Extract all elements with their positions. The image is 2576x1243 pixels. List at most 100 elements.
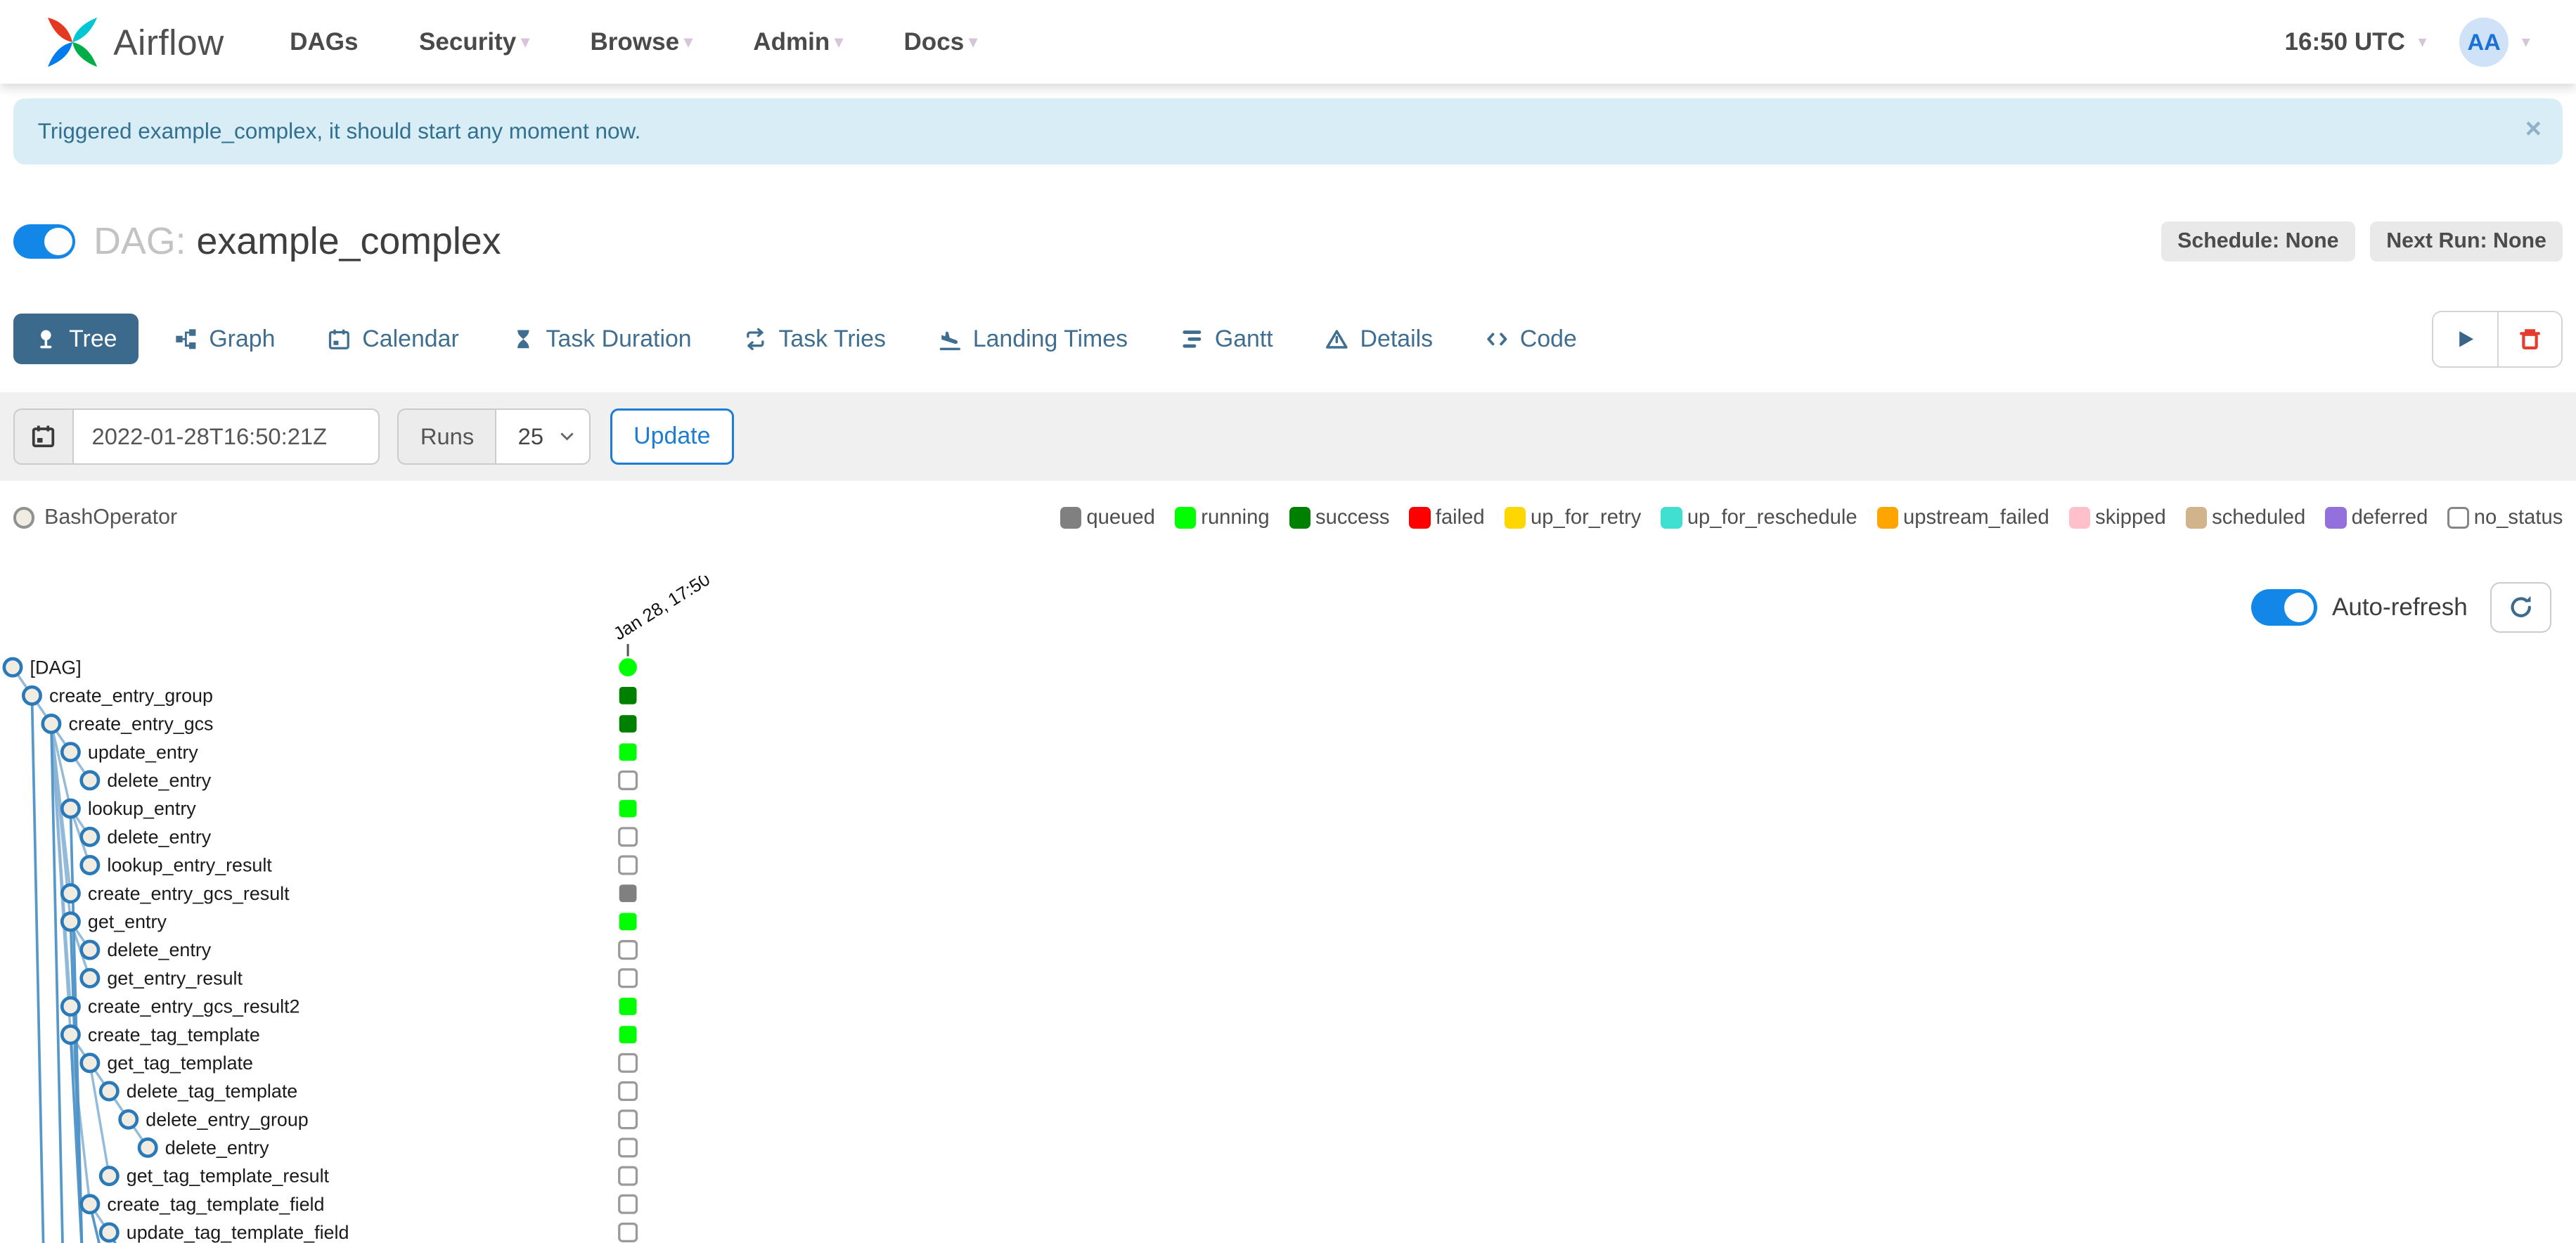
task-status-square[interactable] xyxy=(618,1138,638,1158)
nav-item-docs[interactable]: Docs ▾ xyxy=(903,28,977,56)
task-node-circle[interactable] xyxy=(79,770,101,791)
task-status-square[interactable] xyxy=(619,743,637,761)
task-node-label[interactable]: update_tag_template_field xyxy=(127,1223,349,1243)
task-node-label[interactable]: create_tag_template xyxy=(88,1024,260,1045)
task-node-circle[interactable] xyxy=(60,911,81,932)
runs-count-select[interactable]: 25 xyxy=(495,408,591,465)
alert-close-button[interactable]: × xyxy=(2525,115,2542,143)
task-node-circle[interactable] xyxy=(41,714,62,735)
tab-task-tries[interactable]: Task Tries xyxy=(728,314,902,364)
task-node-circle[interactable] xyxy=(118,1109,139,1131)
brand-link[interactable]: Airflow xyxy=(43,13,224,72)
task-status-square[interactable] xyxy=(619,998,637,1016)
nav-item-security[interactable]: Security ▾ xyxy=(419,28,529,56)
task-node-circle[interactable] xyxy=(79,968,101,989)
task-node-circle[interactable] xyxy=(79,855,101,876)
task-status-square[interactable] xyxy=(618,827,638,847)
tab-label: Tree xyxy=(69,325,117,352)
task-node-label[interactable]: get_tag_template xyxy=(107,1052,253,1074)
next-run-badge[interactable]: Next Run: None xyxy=(2369,221,2563,262)
refresh-button[interactable] xyxy=(2490,581,2551,633)
task-status-square[interactable] xyxy=(618,968,638,988)
dag-pause-toggle[interactable] xyxy=(13,224,76,259)
user-avatar[interactable]: AA xyxy=(2459,17,2509,67)
tab-label: Task Tries xyxy=(778,325,886,352)
task-status-square[interactable] xyxy=(619,715,637,733)
tab-calendar[interactable]: Calendar xyxy=(311,314,475,364)
task-status-square[interactable] xyxy=(619,800,637,818)
task-status-square[interactable] xyxy=(618,1053,638,1074)
task-status-square[interactable] xyxy=(618,1194,638,1215)
task-status-square[interactable] xyxy=(618,771,638,791)
task-node-label[interactable]: create_entry_gcs xyxy=(68,714,213,735)
task-node-label[interactable]: create_entry_group xyxy=(49,685,213,707)
tab-label: Task Duration xyxy=(546,325,692,352)
task-node-circle[interactable] xyxy=(98,1222,120,1243)
task-node-label[interactable]: get_entry xyxy=(88,911,167,932)
clock-dropdown[interactable]: 16:50 UTC xyxy=(2285,28,2405,56)
task-node-label[interactable]: update_entry xyxy=(88,742,198,763)
schedule-badge[interactable]: Schedule: None xyxy=(2160,221,2355,262)
task-node-circle[interactable] xyxy=(79,1052,101,1074)
task-node-circle[interactable] xyxy=(137,1138,158,1159)
dag-run-status-circle[interactable] xyxy=(619,658,637,677)
task-node-circle[interactable] xyxy=(60,1024,81,1045)
task-node-circle[interactable] xyxy=(60,883,81,904)
tab-graph[interactable]: Graph xyxy=(158,314,292,364)
task-node-circle[interactable] xyxy=(60,996,81,1017)
task-node-label[interactable]: create_entry_gcs_result xyxy=(88,883,290,904)
task-status-square[interactable] xyxy=(618,855,638,875)
tab-task-duration[interactable]: Task Duration xyxy=(495,314,708,364)
tab-code[interactable]: Code xyxy=(1469,314,1593,364)
task-node-label[interactable]: get_entry_result xyxy=(107,968,243,989)
nav-item-admin[interactable]: Admin ▾ xyxy=(753,28,843,56)
execution-date-input[interactable] xyxy=(72,408,380,465)
task-node-circle[interactable] xyxy=(79,827,101,848)
task-node-label[interactable]: lookup_entry xyxy=(88,799,196,820)
status-legend: queued running success failed up_for_retry up… xyxy=(1060,506,2563,529)
legend-status-skipped: skipped xyxy=(2068,506,2166,529)
tab-details[interactable]: Details xyxy=(1309,314,1449,364)
task-status-square[interactable] xyxy=(619,687,637,705)
task-status-square[interactable] xyxy=(618,1223,638,1243)
task-node-circle[interactable] xyxy=(60,799,81,820)
nav-item-browse[interactable]: Browse ▾ xyxy=(590,28,692,56)
chevron-down-icon: ▾ xyxy=(521,32,530,51)
status-swatch-icon xyxy=(1876,507,1898,529)
tab-tree[interactable]: Tree xyxy=(13,314,139,364)
legend-row: BashOperator queued running success failed u… xyxy=(13,502,2563,533)
task-node-label[interactable]: lookup_entry_result xyxy=(107,855,272,876)
task-node-circle[interactable] xyxy=(79,940,101,960)
update-button[interactable]: Update xyxy=(610,408,734,465)
task-node-label[interactable]: get_tag_template_result xyxy=(127,1166,330,1187)
task-status-square[interactable] xyxy=(619,884,637,903)
task-node-label[interactable]: [DAG] xyxy=(30,657,82,678)
task-node-circle[interactable] xyxy=(2,657,23,678)
task-status-square[interactable] xyxy=(618,1081,638,1102)
task-node-circle[interactable] xyxy=(60,742,81,763)
trigger-dag-button[interactable] xyxy=(2433,311,2498,366)
tab-gantt[interactable]: Gantt xyxy=(1164,314,1289,364)
task-node-circle[interactable] xyxy=(98,1166,120,1187)
task-node-circle[interactable] xyxy=(98,1081,120,1102)
task-node-label[interactable]: create_tag_template_field xyxy=(107,1194,324,1215)
task-node-label[interactable]: delete_entry xyxy=(107,940,211,961)
tree-edge-below xyxy=(30,695,45,1243)
task-node-label[interactable]: delete_entry_group xyxy=(146,1109,308,1131)
task-status-square[interactable] xyxy=(619,913,637,931)
auto-refresh-toggle[interactable] xyxy=(2251,589,2317,626)
task-node-label[interactable]: delete_entry xyxy=(107,770,211,791)
task-node-label[interactable]: delete_tag_template xyxy=(127,1081,297,1102)
nav-item-dags[interactable]: DAGs xyxy=(290,28,358,56)
tab-landing-times[interactable]: Landing Times xyxy=(922,314,1144,364)
task-status-square[interactable] xyxy=(618,1166,638,1187)
task-status-square[interactable] xyxy=(618,1109,638,1130)
task-node-label[interactable]: delete_entry xyxy=(165,1138,269,1159)
task-node-circle[interactable] xyxy=(21,685,42,707)
task-status-square[interactable] xyxy=(619,1026,637,1044)
task-node-label[interactable]: delete_entry xyxy=(107,827,211,848)
delete-dag-button[interactable] xyxy=(2497,311,2562,366)
task-status-square[interactable] xyxy=(618,940,638,960)
task-node-label[interactable]: create_entry_gcs_result2 xyxy=(88,996,300,1017)
task-node-circle[interactable] xyxy=(79,1194,101,1215)
